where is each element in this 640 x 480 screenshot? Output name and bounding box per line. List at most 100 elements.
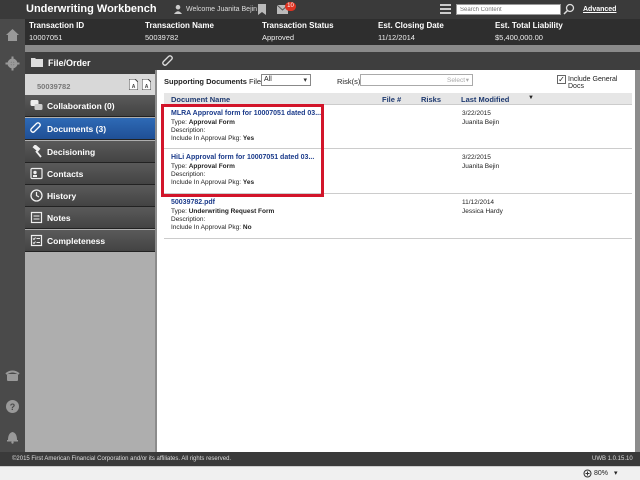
file-filter-value: All — [264, 76, 272, 83]
column-header-file-number[interactable]: File # — [382, 95, 401, 104]
column-value: $5,400,000.00 — [495, 33, 543, 42]
left-rail: ? — [0, 19, 25, 452]
include-label: Include In Approval Pkg: — [171, 224, 242, 231]
paperclip-icon — [30, 122, 41, 133]
column-label: Est. Total Liability — [495, 21, 563, 30]
type-value: Underwriting Request Form — [188, 208, 275, 215]
risk-filter-placeholder: Select — [447, 77, 466, 84]
gavel-icon — [32, 145, 42, 158]
include-value: No — [242, 224, 252, 231]
column-value: 50039782 — [145, 33, 179, 42]
paperclip-icon — [162, 55, 173, 66]
advanced-search-link[interactable]: Advanced — [583, 6, 616, 13]
transaction-status: Transaction Status Approved — [262, 21, 334, 42]
last-modified-date: 3/22/2015 — [462, 110, 491, 117]
nav-completeness[interactable]: Completeness — [25, 230, 155, 252]
transaction-name: Transaction Name 50039782 — [145, 21, 214, 42]
document-link[interactable]: 50039782.pdf — [171, 199, 215, 206]
order-number: 50039782 — [37, 82, 71, 91]
last-modified-date: 11/12/2014 — [462, 199, 495, 206]
documents-header — [155, 52, 640, 70]
sort-descending-icon[interactable]: ▼ — [528, 95, 534, 101]
nav-item-label: Contacts — [47, 169, 84, 179]
nav-decisioning[interactable]: Decisioning — [25, 141, 155, 163]
zoom-level[interactable]: 80% — [594, 470, 608, 477]
column-value: 10007051 — [29, 33, 63, 42]
nav-item-label: Decisioning — [47, 147, 96, 157]
nav-documents[interactable]: Documents (3) — [25, 118, 155, 140]
bookmark-icon[interactable] — [258, 4, 266, 15]
include-general-docs-label: Include General Docs — [568, 76, 618, 90]
highlight-box — [161, 104, 324, 197]
column-label: Transaction ID — [29, 21, 85, 30]
last-modified-date: 3/22/2015 — [462, 154, 491, 161]
column-value: 11/12/2014 — [378, 33, 415, 42]
transaction-summary: Transaction ID 10007051 Transaction Name… — [25, 19, 640, 45]
phone-icon[interactable] — [5, 368, 20, 383]
nav-item-label: Documents (3) — [47, 124, 107, 134]
nav-item-label: Collaboration (0) — [47, 101, 115, 111]
svg-text:?: ? — [10, 402, 16, 412]
order-row: 50039782 A A — [25, 74, 155, 96]
svg-text:A: A — [132, 84, 136, 90]
svg-text:A: A — [145, 84, 149, 90]
top-bar: Underwriting Workbench Welcome Juanita B… — [0, 0, 640, 19]
supporting-documents-label: Supporting Documents — [164, 77, 247, 86]
footer: ©2015 First American Financial Corporati… — [0, 452, 640, 466]
menu-icon[interactable] — [440, 4, 451, 14]
file-filter-label: File — [249, 77, 262, 86]
include-general-docs-checkbox[interactable]: ✓ — [557, 75, 566, 84]
notification-bell-icon[interactable] — [5, 429, 20, 444]
mail-count-badge: 10 — [285, 2, 296, 11]
divider-band — [25, 45, 640, 52]
column-value: Approved — [262, 33, 295, 42]
browser-status-bar: 80% ▾ — [0, 466, 640, 480]
est-closing-date: Est. Closing Date 11/12/2014 — [378, 21, 444, 42]
table-row: 50039782.pdf Type: Underwriting Request … — [164, 195, 632, 239]
last-modified-user: Juanita Bejin — [462, 163, 500, 170]
home-icon[interactable] — [5, 27, 20, 42]
folder-icon — [31, 58, 43, 67]
zoom-icon[interactable] — [583, 469, 592, 478]
file-order-header[interactable]: File/Order — [25, 52, 155, 74]
search-icon[interactable] — [563, 3, 575, 15]
contacts-card-icon — [30, 167, 43, 180]
chevron-down-icon[interactable]: ▾ — [614, 469, 618, 477]
help-icon[interactable]: ? — [5, 399, 20, 414]
column-header-risks[interactable]: Risks — [421, 95, 441, 104]
last-modified-user: Juanita Bejin — [462, 119, 500, 126]
nav-contacts[interactable]: Contacts — [25, 163, 155, 185]
nav-collaboration[interactable]: Collaboration (0) — [25, 95, 155, 117]
risk-filter-select[interactable]: Select ▾ — [360, 74, 473, 86]
app-title: Underwriting Workbench — [26, 3, 157, 15]
document-description: Description: — [171, 216, 206, 223]
column-header-document-name[interactable]: Document Name — [171, 95, 230, 104]
notes-icon — [30, 211, 43, 224]
chat-bubbles-icon — [30, 100, 43, 110]
transaction-id: Transaction ID 10007051 — [29, 21, 84, 42]
last-modified-user: Jessica Hardy — [462, 208, 503, 215]
nav-history[interactable]: History — [25, 185, 155, 207]
nav-item-label: Completeness — [47, 236, 106, 246]
search-input[interactable] — [456, 4, 561, 15]
document-type: Type: Underwriting Request Form — [171, 208, 274, 215]
column-header-last-modified[interactable]: Last Modified — [461, 95, 509, 104]
version-text: UWB 1.0.15.10 — [592, 456, 633, 462]
est-total-liability: Est. Total Liability $5,400,000.00 — [495, 21, 563, 42]
risk-filter-label: Risk(s) — [337, 77, 361, 86]
nav-panel: File/Order 50039782 A A Collaboration (0… — [25, 52, 155, 452]
column-label: Transaction Name — [145, 21, 214, 30]
clock-icon — [30, 189, 43, 202]
column-label: Transaction Status — [262, 21, 334, 30]
checklist-icon — [30, 234, 43, 247]
type-label: Type: — [171, 208, 187, 215]
nav-item-label: Notes — [47, 213, 71, 223]
nav-notes[interactable]: Notes — [25, 207, 155, 229]
pdf-download-icon[interactable]: A — [142, 79, 151, 90]
chevron-down-icon: ▾ — [303, 77, 307, 84]
chevron-down-icon: ▾ — [465, 77, 469, 84]
gear-icon[interactable] — [5, 56, 20, 71]
file-filter-select[interactable]: All ▾ — [261, 74, 311, 86]
nav-item-label: History — [47, 191, 77, 201]
pdf-document-icon[interactable]: A — [129, 79, 138, 90]
